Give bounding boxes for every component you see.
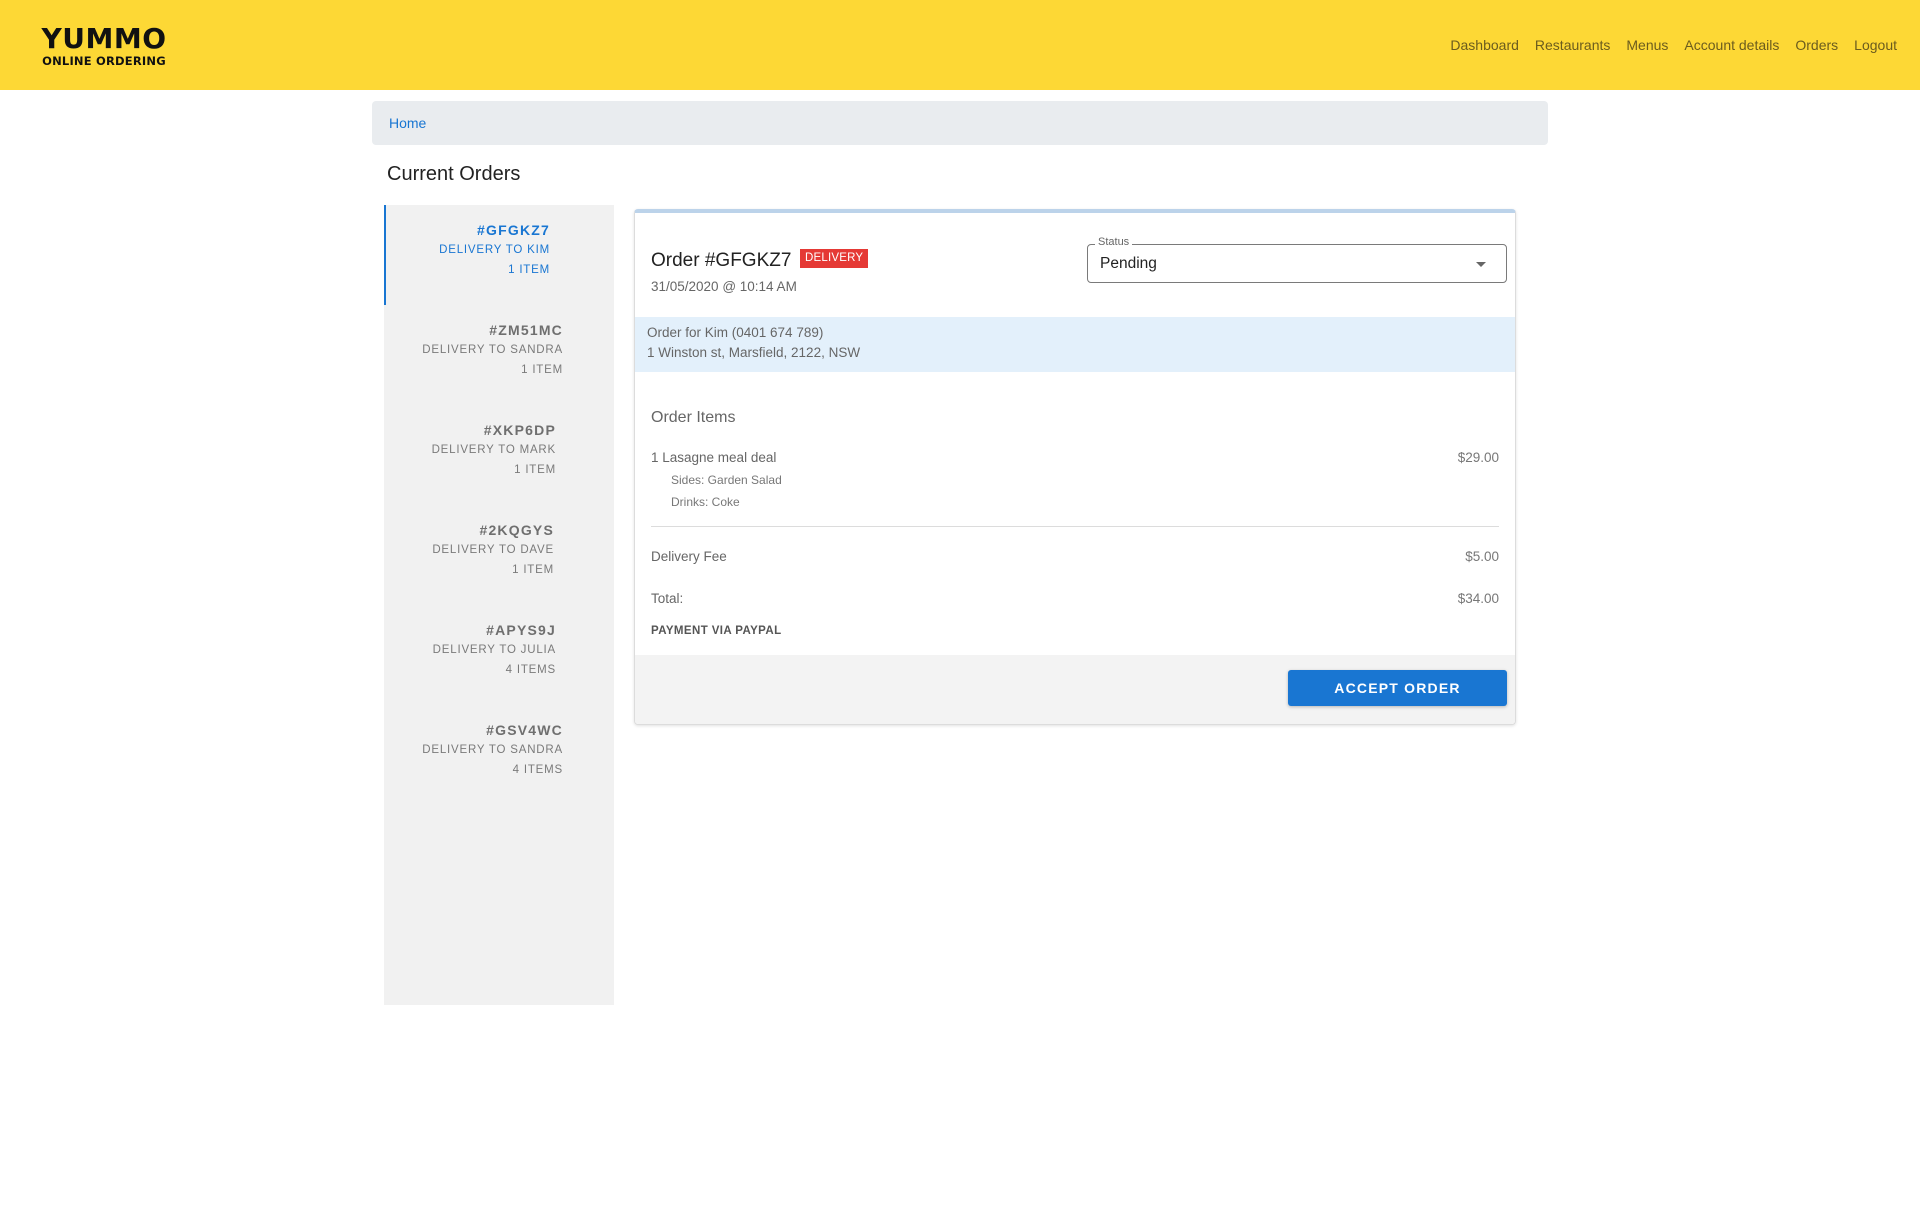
order-tab-delivery: DELIVERY TO JULIA xyxy=(432,644,556,656)
logo-wordmark: YUMMO xyxy=(41,22,167,55)
order-tab-delivery: DELIVERY TO KIM xyxy=(439,244,550,256)
order-tab-delivery: DELIVERY TO SANDRA xyxy=(422,744,563,756)
logo-tagline: ONLINE ORDERING xyxy=(42,54,166,68)
order-tab-delivery: DELIVERY TO DAVE xyxy=(432,544,554,556)
breadcrumb: Home xyxy=(372,101,1548,145)
order-items-heading: Order Items xyxy=(651,409,736,426)
nav-account-details[interactable]: Account details xyxy=(1684,37,1779,53)
order-tab-items: 4 ITEMS xyxy=(505,664,556,676)
order-tab-delivery: DELIVERY TO MARK xyxy=(431,444,556,456)
order-tab-gsv4wc[interactable]: #GSV4WC DELIVERY TO SANDRA 4 ITEMS xyxy=(384,705,614,805)
status-select[interactable]: Status Pending xyxy=(1087,236,1507,283)
top-navbar: YUMMO ONLINE ORDERING Dashboard Restaura… xyxy=(0,0,1920,90)
order-tab-xkp6dp[interactable]: #XKP6DP DELIVERY TO MARK 1 ITEM xyxy=(384,405,614,505)
nav-restaurants[interactable]: Restaurants xyxy=(1535,37,1610,53)
status-label: Status xyxy=(1095,236,1133,248)
order-datetime: 31/05/2020 @ 10:14 AM xyxy=(651,279,797,294)
order-item-name: 1 Lasagne meal deal xyxy=(651,450,777,465)
dropdown-caret-icon xyxy=(1476,262,1486,267)
nav-orders[interactable]: Orders xyxy=(1795,37,1838,53)
accept-order-button[interactable]: ACCEPT ORDER xyxy=(1288,670,1507,706)
delivery-badge: DELIVERY xyxy=(800,249,869,268)
card-actions: ACCEPT ORDER xyxy=(635,655,1515,724)
customer-info: Order for Kim (0401 674 789) 1 Winston s… xyxy=(635,317,1515,372)
order-tab-code: #GSV4WC xyxy=(486,722,563,738)
yummo-logo[interactable]: YUMMO ONLINE ORDERING xyxy=(39,22,169,69)
breadcrumb-home-link[interactable]: Home xyxy=(389,115,426,131)
order-tab-code: #GFGKZ7 xyxy=(477,222,550,238)
order-tab-items: 4 ITEMS xyxy=(512,764,563,776)
order-tab-gfgkz7[interactable]: #GFGKZ7 DELIVERY TO KIM 1 ITEM xyxy=(384,205,614,305)
delivery-fee-amount: $5.00 xyxy=(1465,549,1499,564)
customer-contact: Order for Kim (0401 674 789) xyxy=(647,325,824,340)
order-title: Order #GFGKZ7 xyxy=(651,250,792,271)
nav-dashboard[interactable]: Dashboard xyxy=(1450,37,1519,53)
divider xyxy=(651,526,1499,527)
order-item-price: $29.00 xyxy=(1457,450,1499,465)
order-detail-card: Order #GFGKZ7 DELIVERY 31/05/2020 @ 10:1… xyxy=(634,209,1516,725)
order-tab-code: #2KQGYS xyxy=(479,522,554,538)
order-tab-code: #ZM51MC xyxy=(489,322,563,338)
page-title: Current Orders xyxy=(387,163,521,185)
customer-address: 1 Winston st, Marsfield, 2122, NSW xyxy=(647,345,861,360)
order-item-option: Sides: Garden Salad xyxy=(671,473,782,487)
order-tab-delivery: DELIVERY TO SANDRA xyxy=(422,344,563,356)
order-tab-items: 1 ITEM xyxy=(512,564,554,576)
order-tab-zm51mc[interactable]: #ZM51MC DELIVERY TO SANDRA 1 ITEM xyxy=(384,305,614,405)
order-tab-items: 1 ITEM xyxy=(508,264,550,276)
payment-method: PAYMENT VIA PAYPAL xyxy=(651,625,782,637)
order-tab-2kqgys[interactable]: #2KQGYS DELIVERY TO DAVE 1 ITEM xyxy=(384,505,614,605)
order-tab-apys9j[interactable]: #APYS9J DELIVERY TO JULIA 4 ITEMS xyxy=(384,605,614,705)
order-tab-items: 1 ITEM xyxy=(521,364,563,376)
order-list: #GFGKZ7 DELIVERY TO KIM 1 ITEM #ZM51MC D… xyxy=(384,205,614,1005)
order-item-option: Drinks: Coke xyxy=(671,495,740,509)
main-nav: Dashboard Restaurants Menus Account deta… xyxy=(1450,37,1897,53)
delivery-fee-label: Delivery Fee xyxy=(651,549,727,564)
nav-menus[interactable]: Menus xyxy=(1626,37,1668,53)
status-value: Pending xyxy=(1100,255,1157,272)
order-tab-items: 1 ITEM xyxy=(514,464,556,476)
order-tab-code: #APYS9J xyxy=(486,622,556,638)
total-amount: $34.00 xyxy=(1457,591,1499,606)
nav-logout[interactable]: Logout xyxy=(1854,37,1897,53)
total-label: Total: xyxy=(651,591,684,606)
order-tab-code: #XKP6DP xyxy=(483,422,556,438)
